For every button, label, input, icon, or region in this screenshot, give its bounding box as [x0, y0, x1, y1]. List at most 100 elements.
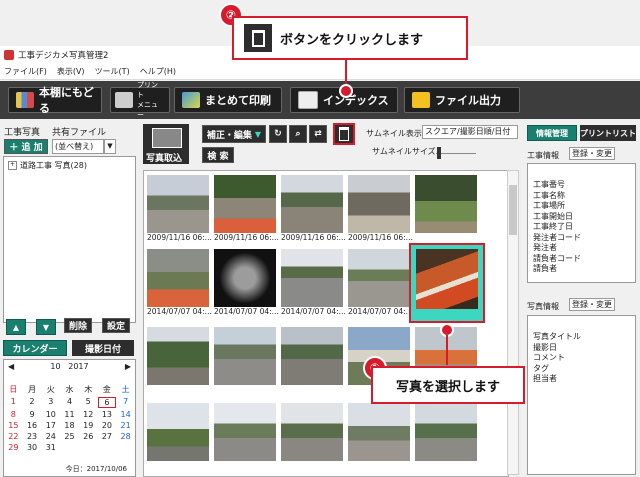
calendar-day[interactable]: 23	[23, 432, 42, 441]
selected-photo-thumbnail[interactable]	[409, 243, 485, 323]
chevron-down-icon[interactable]: ▼	[104, 139, 116, 154]
photo-thumbnail[interactable]: 2014/07/07 04:...	[281, 249, 346, 316]
folder-icon	[412, 92, 430, 108]
construction-register-button[interactable]: 登録・変更	[569, 147, 615, 160]
calendar-day[interactable]: 1	[4, 397, 23, 408]
calendar-day[interactable]: 2	[23, 397, 42, 408]
swap-icon[interactable]: ⇄	[309, 125, 327, 143]
photo-thumbnail[interactable]	[415, 403, 477, 467]
tab-print-list[interactable]: プリントリスト	[580, 125, 636, 141]
print-menu-button[interactable]: プリント メニュー	[110, 81, 170, 119]
calendar-day[interactable]: 22	[4, 432, 23, 441]
photo-thumbnail[interactable]	[147, 327, 209, 391]
index-grid-icon	[298, 91, 318, 109]
batch-print-button[interactable]: まとめて印刷	[174, 87, 282, 113]
photo-grid-scrollbar[interactable]	[507, 170, 519, 475]
calendar-day[interactable]: 19	[79, 421, 98, 430]
trash-button[interactable]	[333, 123, 355, 145]
thumbnail-size-slider[interactable]	[437, 147, 441, 159]
tree-item[interactable]: + 道路工事 写真(28)	[8, 160, 87, 171]
correct-edit-button[interactable]: 補正・編集 ▼	[202, 125, 266, 143]
calendar-grid: 日月火水木金土 1 2 3 4 5 6 7 8 9 10 11 12 13 14 15 16 17 18 19 20 21…	[4, 384, 135, 452]
calendar-weekday: 火	[46, 385, 55, 394]
photo-thumbnail[interactable]: 2009/11/16 06:...	[147, 175, 212, 242]
back-to-bookshelf-button[interactable]: 本棚にもどる	[8, 86, 102, 115]
thumbnail-size-track	[436, 153, 476, 154]
calendar-day[interactable]: 26	[79, 432, 98, 441]
calendar-day[interactable]: 8	[4, 410, 23, 419]
construction-photo-tab[interactable]: 工事写真	[4, 125, 40, 138]
tab-calendar[interactable]: カレンダー	[3, 340, 67, 356]
photo-register-button[interactable]: 登録・変更	[569, 298, 615, 311]
calendar-day[interactable]: 5	[79, 397, 98, 408]
prev-month-icon[interactable]: ◀	[8, 362, 14, 371]
calendar-day[interactable]: 4	[60, 397, 79, 408]
calendar-day	[60, 443, 79, 452]
scrollbar-thumb[interactable]	[509, 185, 517, 235]
sort-select[interactable]: (並べ替え)	[52, 139, 104, 154]
file-output-button[interactable]: ファイル出力	[404, 87, 520, 113]
right-panel: 情報管理 プリントリスト 工事情報 登録・変更 工事番号 工事名称 工事場所 工…	[523, 121, 640, 475]
calendar-day[interactable]: 20	[98, 421, 117, 430]
next-month-icon[interactable]: ▶	[125, 362, 131, 371]
photo-thumbnail[interactable]: 2009/11/16 06:...	[214, 175, 279, 242]
calendar-day[interactable]: 7	[116, 397, 135, 408]
calendar-day[interactable]: 31	[41, 443, 60, 452]
move-up-button[interactable]: ▲	[6, 319, 26, 335]
photo-thumbnail[interactable]: 2014/07/07 04:...	[348, 249, 413, 316]
calendar-weekday: 水	[65, 385, 74, 394]
calendar-day[interactable]: 10	[41, 410, 60, 419]
calendar-day[interactable]: 24	[41, 432, 60, 441]
import-photo-button[interactable]: 写真取込	[143, 124, 189, 164]
trash-icon	[339, 127, 349, 141]
calendar-weekday: 月	[28, 385, 37, 394]
photo-thumbnail[interactable]	[415, 175, 477, 239]
expand-icon[interactable]: +	[8, 161, 17, 170]
photo-thumbnail[interactable]: 2009/11/16 06:...	[348, 175, 413, 242]
menu-view[interactable]: 表示(V)	[57, 66, 85, 77]
photo-thumbnail[interactable]	[214, 403, 276, 467]
zoom-icon[interactable]: ⌕	[289, 125, 307, 143]
step-2-callout: ボタンをクリックします	[232, 16, 468, 60]
calendar-day[interactable]: 18	[60, 421, 79, 430]
construction-info-list: 工事番号 工事名称 工事場所 工事開始日 工事終了日 発注者コード 発注者 請負…	[527, 163, 636, 283]
photo-thumbnail[interactable]: 2014/07/07 04:...	[214, 249, 279, 316]
thumbnail-display-select[interactable]: スクエア/撮影日順/日付	[422, 125, 518, 139]
calendar-day[interactable]: 12	[79, 410, 98, 419]
calendar-day[interactable]: 3	[41, 397, 60, 408]
menu-file[interactable]: ファイル(F)	[4, 66, 47, 77]
calendar-day[interactable]: 14	[116, 410, 135, 419]
settings-button[interactable]: 設定	[102, 318, 130, 333]
menu-help[interactable]: ヘルプ(H)	[140, 66, 176, 77]
shared-file-tab[interactable]: 共有ファイル	[52, 125, 106, 138]
photo-thumbnail[interactable]: 2009/11/16 06:...	[281, 175, 346, 242]
photo-thumbnail[interactable]: 2014/07/07 04:...	[147, 249, 212, 316]
calendar-day[interactable]: 27	[98, 432, 117, 441]
rotate-icon[interactable]: ↻	[269, 125, 287, 143]
calendar-day[interactable]: 13	[98, 410, 117, 419]
tab-info-management[interactable]: 情報管理	[527, 125, 577, 141]
delete-button[interactable]: 削除	[64, 318, 92, 333]
add-button[interactable]: ＋ 追 加	[4, 139, 48, 154]
calendar-day[interactable]: 16	[23, 421, 42, 430]
photo-thumbnail[interactable]	[348, 403, 410, 467]
menu-tools[interactable]: ツール(T)	[95, 66, 130, 77]
calendar-day[interactable]: 15	[4, 421, 23, 430]
photo-folder-tree[interactable]: + 道路工事 写真(28)	[3, 156, 136, 323]
photo-thumbnail[interactable]	[281, 403, 343, 467]
photo-thumbnail[interactable]	[147, 403, 209, 467]
photo-thumbnail[interactable]	[214, 327, 276, 391]
tab-shot-date[interactable]: 撮影日付	[72, 340, 134, 356]
calendar-day[interactable]: 6	[97, 397, 117, 408]
calendar-day[interactable]: 25	[60, 432, 79, 441]
calendar-day[interactable]: 29	[4, 443, 23, 452]
calendar-day[interactable]: 21	[116, 421, 135, 430]
calendar-day[interactable]: 11	[60, 410, 79, 419]
move-down-button[interactable]: ▼	[36, 319, 56, 335]
calendar-day[interactable]: 28	[116, 432, 135, 441]
search-button[interactable]: 検 索	[202, 147, 234, 163]
calendar-day[interactable]: 17	[41, 421, 60, 430]
calendar-day[interactable]: 30	[23, 443, 42, 452]
calendar-day[interactable]: 9	[23, 410, 42, 419]
photo-thumbnail[interactable]	[281, 327, 343, 391]
